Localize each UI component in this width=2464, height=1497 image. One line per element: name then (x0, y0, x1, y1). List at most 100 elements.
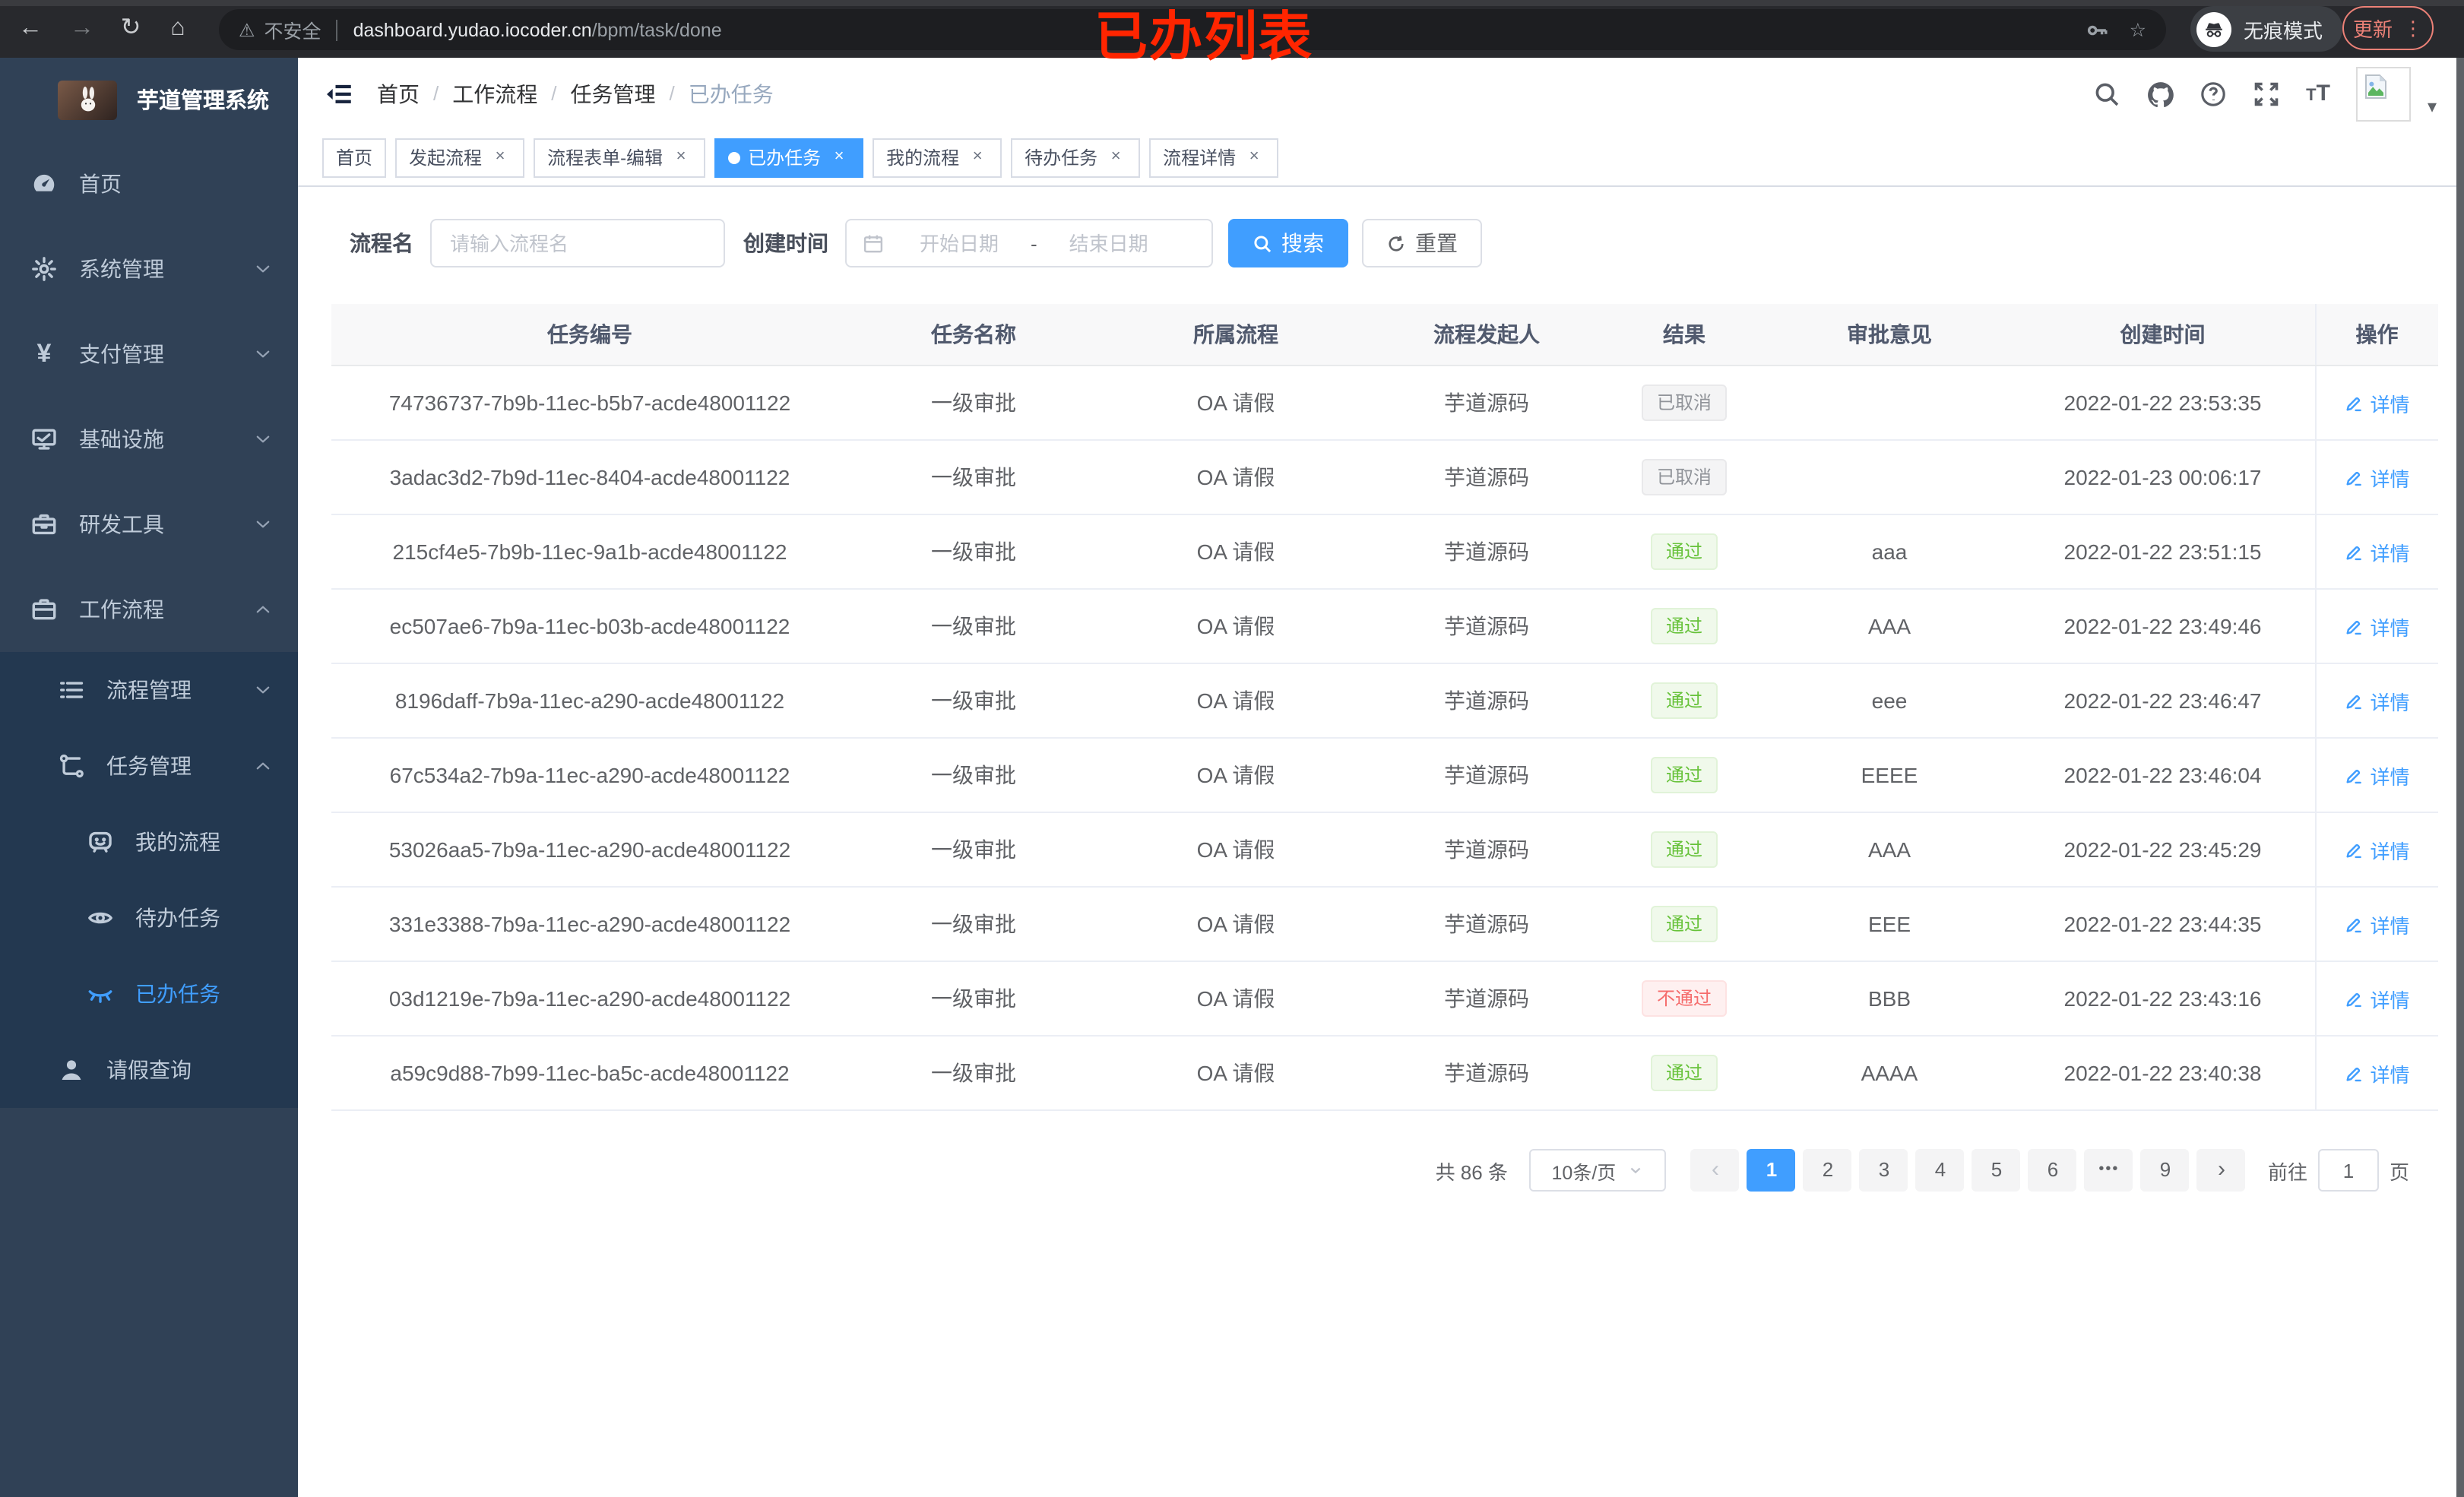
goto-page-input[interactable] (2317, 1149, 2379, 1192)
cell-actions: 详情 (2314, 1036, 2438, 1111)
chevron-down-icon (1628, 1163, 1643, 1178)
breadcrumb-item[interactable]: 工作流程 (452, 78, 537, 109)
github-icon[interactable] (2146, 80, 2174, 107)
cell-opinion (1768, 440, 2011, 515)
avatar[interactable] (2355, 66, 2411, 121)
more-pages-button[interactable]: ••• (2084, 1149, 2133, 1192)
sidebar-item[interactable]: 流程管理 (0, 652, 298, 728)
cell-actions: 详情 (2314, 366, 2438, 441)
search-icon[interactable] (2093, 80, 2120, 107)
close-icon[interactable]: × (828, 147, 850, 168)
sidebar-item[interactable]: 系统管理 (0, 226, 298, 312)
app-logo[interactable]: 芋道管理系统 (0, 58, 298, 141)
detail-label: 详情 (2370, 616, 2410, 639)
breadcrumb-item[interactable]: 首页 (377, 78, 420, 109)
tab-item[interactable]: 待办任务 × (1011, 138, 1141, 177)
process-name-input[interactable] (430, 219, 725, 267)
close-icon[interactable]: × (489, 147, 511, 168)
breadcrumb-item[interactable]: 任务管理 (571, 78, 656, 109)
detail-link[interactable]: 详情 (2344, 835, 2410, 864)
close-icon[interactable]: × (967, 147, 988, 168)
sidebar-item[interactable]: ¥ 支付管理 (0, 312, 298, 397)
next-page-button[interactable]: › (2196, 1149, 2246, 1192)
reset-button-icon (1386, 233, 1406, 253)
cell-task-id: 8196daff-7b9a-11ec-a290-acde48001122 (331, 663, 848, 739)
tab-active[interactable]: 已办任务 × (714, 138, 864, 177)
url-host: dashboard.yudao.iocoder.cn (353, 19, 592, 40)
fullscreen-icon[interactable] (2253, 80, 2280, 107)
sidebar-item[interactable]: 已办任务 (0, 956, 298, 1032)
date-range-picker[interactable]: - (845, 219, 1213, 267)
tab-item[interactable]: 我的流程 × (873, 138, 1002, 177)
chrome-menu-icon[interactable]: ⋮ (2403, 16, 2423, 40)
update-label: 更新 (2352, 18, 2393, 41)
tab-item[interactable]: 流程表单-编辑 × (534, 138, 706, 177)
detail-link[interactable]: 详情 (2344, 612, 2410, 641)
chrome-update-button[interactable]: 更新 ⋮ (2342, 6, 2434, 50)
avatar-caret-icon[interactable]: ▾ (2428, 95, 2437, 116)
prev-page-button[interactable]: ‹ (1690, 1149, 1740, 1192)
page-button[interactable]: 9 (2140, 1149, 2190, 1192)
close-icon[interactable]: × (670, 147, 692, 168)
chevron-up-icon (254, 600, 272, 619)
cell-create-time: 2022-01-22 23:46:47 (2011, 663, 2315, 739)
tab-item[interactable]: 首页 (322, 138, 387, 177)
column-header: 流程发起人 (1373, 304, 1601, 366)
cell-create-time: 2022-01-23 00:06:17 (2011, 440, 2315, 515)
sidebar-item[interactable]: 待办任务 (0, 880, 298, 956)
sidebar-item[interactable]: 基础设施 (0, 397, 298, 482)
page-button[interactable]: 5 (1972, 1149, 2021, 1192)
browser-back-icon[interactable]: ← (14, 12, 47, 46)
detail-link[interactable]: 详情 (2344, 388, 2410, 417)
help-icon[interactable] (2200, 80, 2227, 107)
browser-scrollbar[interactable] (2456, 58, 2464, 1497)
column-header: 操作 (2314, 304, 2438, 366)
detail-link[interactable]: 详情 (2344, 463, 2410, 492)
tab-label: 发起流程 (409, 147, 483, 169)
browser-forward-icon[interactable]: → (65, 12, 99, 46)
search-button[interactable]: 搜索 (1228, 219, 1348, 267)
page-button[interactable]: 2 (1803, 1149, 1852, 1192)
detail-link[interactable]: 详情 (2344, 984, 2410, 1013)
page-button[interactable]: 1 (1747, 1149, 1796, 1192)
browser-reload-icon[interactable]: ↻ (114, 12, 147, 46)
sidebar-item[interactable]: 请假查询 (0, 1032, 298, 1108)
cell-starter: 芋道源码 (1373, 738, 1601, 813)
sidebar-item[interactable]: 我的流程 (0, 804, 298, 880)
close-icon[interactable]: × (1105, 147, 1126, 168)
table-row: ec507ae6-7b9a-11ec-b03b-acde48001122 一级审批… (331, 589, 2438, 664)
detail-link[interactable]: 详情 (2344, 686, 2410, 715)
browser-home-icon[interactable]: ⌂ (161, 12, 195, 46)
sidebar-fold-icon[interactable] (325, 80, 353, 107)
start-date-input[interactable] (897, 230, 1021, 256)
detail-link[interactable]: 详情 (2344, 761, 2410, 790)
result-badge: 通过 (1650, 608, 1718, 644)
sidebar-item[interactable]: 任务管理 (0, 728, 298, 804)
close-icon[interactable]: × (1243, 147, 1265, 168)
sidebar-item[interactable]: 研发工具 (0, 482, 298, 567)
tab-item[interactable]: 发起流程 × (395, 138, 525, 177)
detail-link[interactable]: 详情 (2344, 1059, 2410, 1087)
cell-flow: OA 请假 (1099, 887, 1373, 962)
cell-opinion: aaa (1768, 514, 2011, 590)
cell-create-time: 2022-01-22 23:44:35 (2011, 887, 2315, 962)
page-button[interactable]: 6 (2028, 1149, 2077, 1192)
detail-link[interactable]: 详情 (2344, 537, 2410, 566)
cell-opinion: eee (1768, 663, 2011, 739)
goto-page: 前往 页 (2268, 1149, 2409, 1192)
create-time-label: 创建时间 (743, 231, 828, 255)
detail-link[interactable]: 详情 (2344, 910, 2410, 938)
sidebar-item[interactable]: 工作流程 (0, 567, 298, 652)
sidebar-item[interactable]: 首页 (0, 141, 298, 226)
page-button[interactable]: 4 (1915, 1149, 1965, 1192)
page-button[interactable]: 3 (1859, 1149, 1908, 1192)
font-size-icon[interactable]: TT (2306, 81, 2330, 106)
tab-item[interactable]: 流程详情 × (1149, 138, 1279, 177)
reset-button[interactable]: 重置 (1362, 219, 1482, 267)
filter-bar: 流程名 创建时间 - 搜索 重置 (350, 219, 1482, 267)
password-key-icon[interactable] (2086, 17, 2110, 42)
incognito-icon (2196, 11, 2231, 46)
bookmark-star-icon[interactable]: ☆ (2130, 18, 2146, 41)
page-size-select[interactable]: 10条/页 (1528, 1149, 1666, 1192)
end-date-input[interactable] (1046, 230, 1171, 256)
